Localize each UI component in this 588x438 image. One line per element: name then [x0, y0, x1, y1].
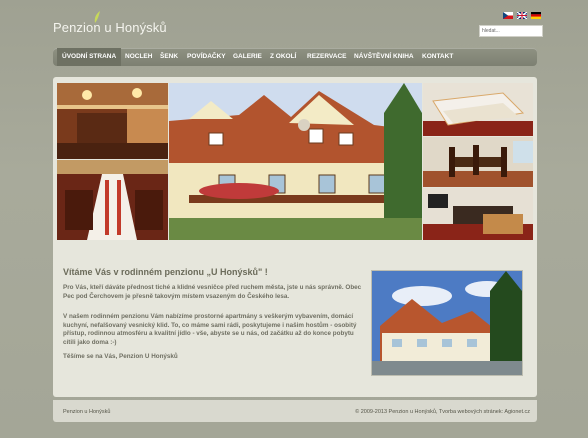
living-room-photo[interactable]: [423, 188, 533, 240]
services-paragraph: V našem rodinném penzionu Vám nabízíme p…: [63, 313, 357, 346]
dining-hall-photo[interactable]: [57, 160, 168, 240]
site-logo[interactable]: Penzion u Honýsků: [53, 20, 167, 35]
nav-item-kontakt[interactable]: KONTAKT: [422, 48, 453, 66]
dining-room-photo[interactable]: [423, 137, 533, 187]
czech-flag-icon[interactable]: [503, 12, 513, 19]
pension-building-photo[interactable]: [169, 83, 422, 240]
leaf-icon: [94, 11, 100, 23]
pub-interior-photo[interactable]: [57, 83, 168, 159]
footer-copyright[interactable]: © 2009-2013 Penzion u Honýsků, Tvorba we…: [355, 409, 530, 415]
main-navigation: ÚVODNÍ STRANA NOCLEH ŠENK POVÍDAČKY GALE…: [53, 48, 537, 66]
nav-item-uvodni-strana[interactable]: ÚVODNÍ STRANA: [57, 48, 122, 66]
photo-gallery: [57, 83, 533, 240]
nav-item-navstevni-kniha[interactable]: NÁVŠTĚVNÍ KNIHA: [354, 48, 414, 66]
search-input[interactable]: hledat...: [479, 25, 543, 37]
language-switcher: [503, 12, 541, 19]
intro-paragraph: Pro Vás, kteří dáváte přednost tiché a k…: [63, 284, 362, 300]
nav-item-nocleh[interactable]: NOCLEH: [125, 48, 152, 66]
nav-item-rezervace[interactable]: REZERVACE: [307, 48, 347, 66]
pension-exterior-photo[interactable]: [371, 270, 523, 376]
nav-item-galerie[interactable]: GALERIE: [233, 48, 262, 66]
nav-item-senk[interactable]: ŠENK: [160, 48, 178, 66]
german-flag-icon[interactable]: [531, 12, 541, 19]
welcome-heading: Vítáme Vás v rodinném penzionu „U Honýsk…: [63, 267, 268, 277]
footer-site-name: Penzion u Honýsků: [63, 409, 111, 415]
nav-item-povidacky[interactable]: POVÍDAČKY: [187, 48, 226, 66]
greeting-paragraph: Těšíme se na Vás, Penzion U Honýsků: [63, 353, 178, 360]
nav-item-z-okoli[interactable]: Z OKOLÍ: [270, 48, 296, 66]
bedroom-photo[interactable]: [423, 83, 533, 136]
uk-flag-icon[interactable]: [517, 12, 527, 19]
